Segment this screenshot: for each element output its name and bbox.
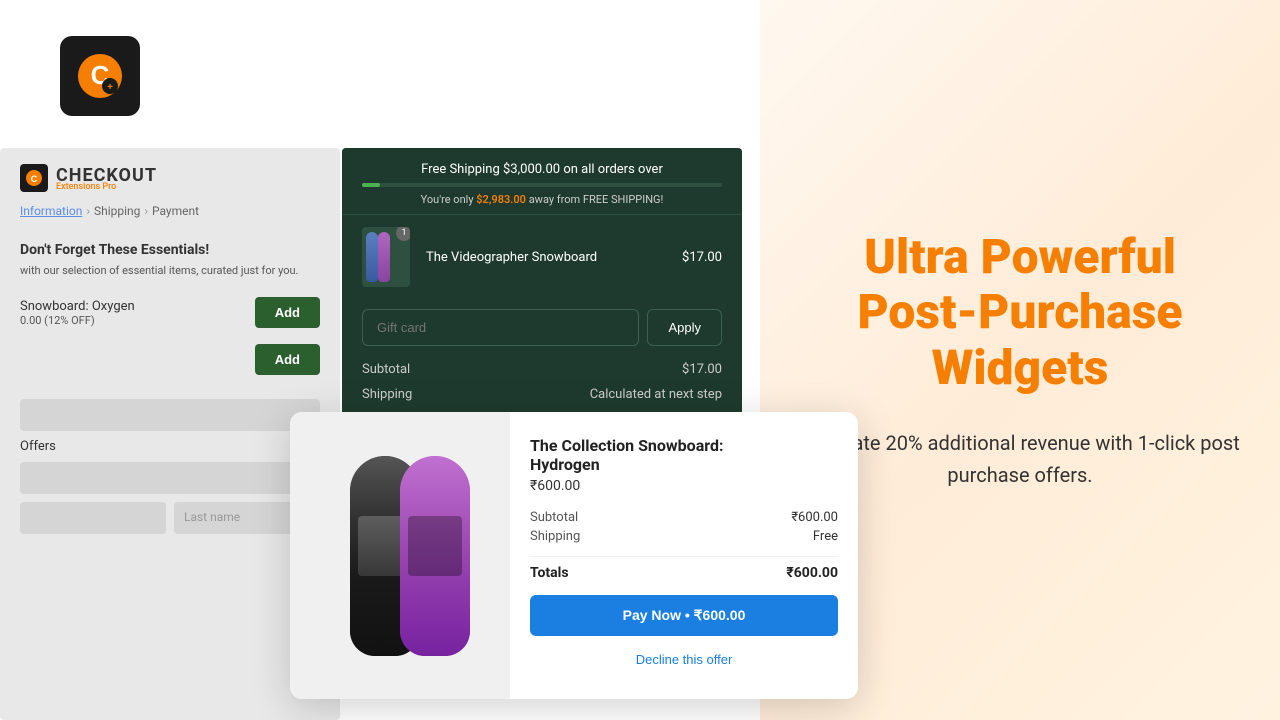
subtotal-row: Subtotal $17.00 [342,356,742,383]
popup-overlay: The Collection Snowboard: Hydrogen ₹600.… [290,412,858,699]
add-button-1[interactable]: Add [255,297,320,328]
gift-card-input[interactable] [362,309,639,346]
away-prefix: You're only [421,193,474,206]
dont-forget-sub: with our selection of essential items, c… [0,264,340,289]
dont-forget-title: Don't Forget These Essentials! [0,230,340,264]
shipping-row: Shipping Calculated at next step [342,383,742,406]
popup-subtotal-line: Subtotal ₹600.00 [530,510,838,525]
apply-button[interactable]: Apply [647,309,722,346]
gift-card-row: Apply [342,299,742,356]
popup-subtotal-value: ₹600.00 [791,510,838,525]
logo-icon: C + [74,50,126,102]
popup-totals-value: ₹600.00 [786,565,838,581]
progress-bar-fill [362,183,380,187]
popup-product-image [290,412,510,699]
add-button-2[interactable]: Add [255,344,320,375]
free-shipping-text: Free Shipping $3,000.00 on all orders ov… [362,162,722,177]
popup-shipping-value: Free [813,529,838,544]
dark-checkout-panel: Free Shipping $3,000.00 on all orders ov… [342,148,742,420]
snowboard-thumb-right [378,232,390,282]
product-thumbnail: 1 [362,227,410,287]
decline-offer-button[interactable]: Decline this offer [530,644,838,675]
logo-container: C + [60,36,140,116]
offers-label: Offers [20,439,320,454]
product-name-1: Snowboard: Oxygen [20,299,135,314]
free-shipping-bar: Free Shipping $3,000.00 on all orders ov… [342,148,742,214]
popup-product-name: The Collection Snowboard: Hydrogen [530,436,838,474]
shipping-label: Shipping [362,387,412,402]
checkout-header: C CHECKOUT Extensions Pro [0,148,340,200]
svg-text:+: + [107,82,113,93]
firstname-placeholder [20,502,166,534]
form-placeholder-row [20,399,320,431]
offers-placeholder [20,462,320,494]
hero-title: Ultra Powerful Post-Purchase Widgets [857,229,1182,395]
name-row: Last name [20,502,320,534]
pay-now-button[interactable]: Pay Now • ₹600.00 [530,595,838,636]
product-row-1: Snowboard: Oxygen 0.00 (12% OFF) Add [0,289,340,336]
checkout-panel-bg: C CHECKOUT Extensions Pro Information › … [0,148,340,720]
away-suffix: away from FREE SHIPPING! [529,193,664,206]
popup-price: ₹600.00 [530,478,838,494]
popup-shipping-line: Shipping Free [530,529,838,544]
checkout-brand: CHECKOUT Extensions Pro [56,165,157,192]
product-item-name: The Videographer Snowboard [426,250,682,265]
breadcrumb-payment[interactable]: Payment [152,204,199,218]
checkout-logo-small: C [20,164,48,192]
checkout-logo-icon: C [25,169,43,187]
popup-content: The Collection Snowboard: Hydrogen ₹600.… [510,412,858,699]
popup-divider [530,556,838,557]
product-info-1: Snowboard: Oxygen 0.00 (12% OFF) [20,299,135,327]
breadcrumb-sep2: › [144,204,148,218]
snowboard-thumb-left [366,232,378,282]
breadcrumb-shipping[interactable]: Shipping [94,204,140,218]
large-snowboard-right [400,456,470,656]
shipping-value: Calculated at next step [590,387,722,402]
logo-box: C + [60,36,140,116]
subtotal-value: $17.00 [682,362,722,377]
breadcrumb-information[interactable]: Information [20,204,82,218]
popup-shipping-label: Shipping [530,529,580,544]
large-snowboard-container [320,436,480,676]
hero-subtitle: Generate 20% additional revenue with 1-c… [800,427,1240,491]
breadcrumb-sep1: › [86,204,90,218]
popup-totals-label: Totals [530,565,569,581]
breadcrumb: Information › Shipping › Payment [0,200,340,230]
product-discount-1: 0.00 (12% OFF) [20,314,135,327]
product-item-row: 1 The Videographer Snowboard $17.00 [342,214,742,299]
svg-text:C: C [31,174,38,184]
form-section: Offers Last name [0,383,340,550]
progress-bar-container [362,183,722,187]
shipping-away-text: You're only $2,983.00 away from FREE SHI… [362,193,722,206]
popup-totals-row: Totals ₹600.00 [530,565,838,581]
product-row-2: Add [0,336,340,383]
product-qty-badge: 1 [396,227,410,241]
product-item-price: $17.00 [682,250,722,265]
subtotal-label: Subtotal [362,362,410,377]
popup-subtotal-label: Subtotal [530,510,578,525]
away-amount: $2,983.00 [476,193,526,206]
